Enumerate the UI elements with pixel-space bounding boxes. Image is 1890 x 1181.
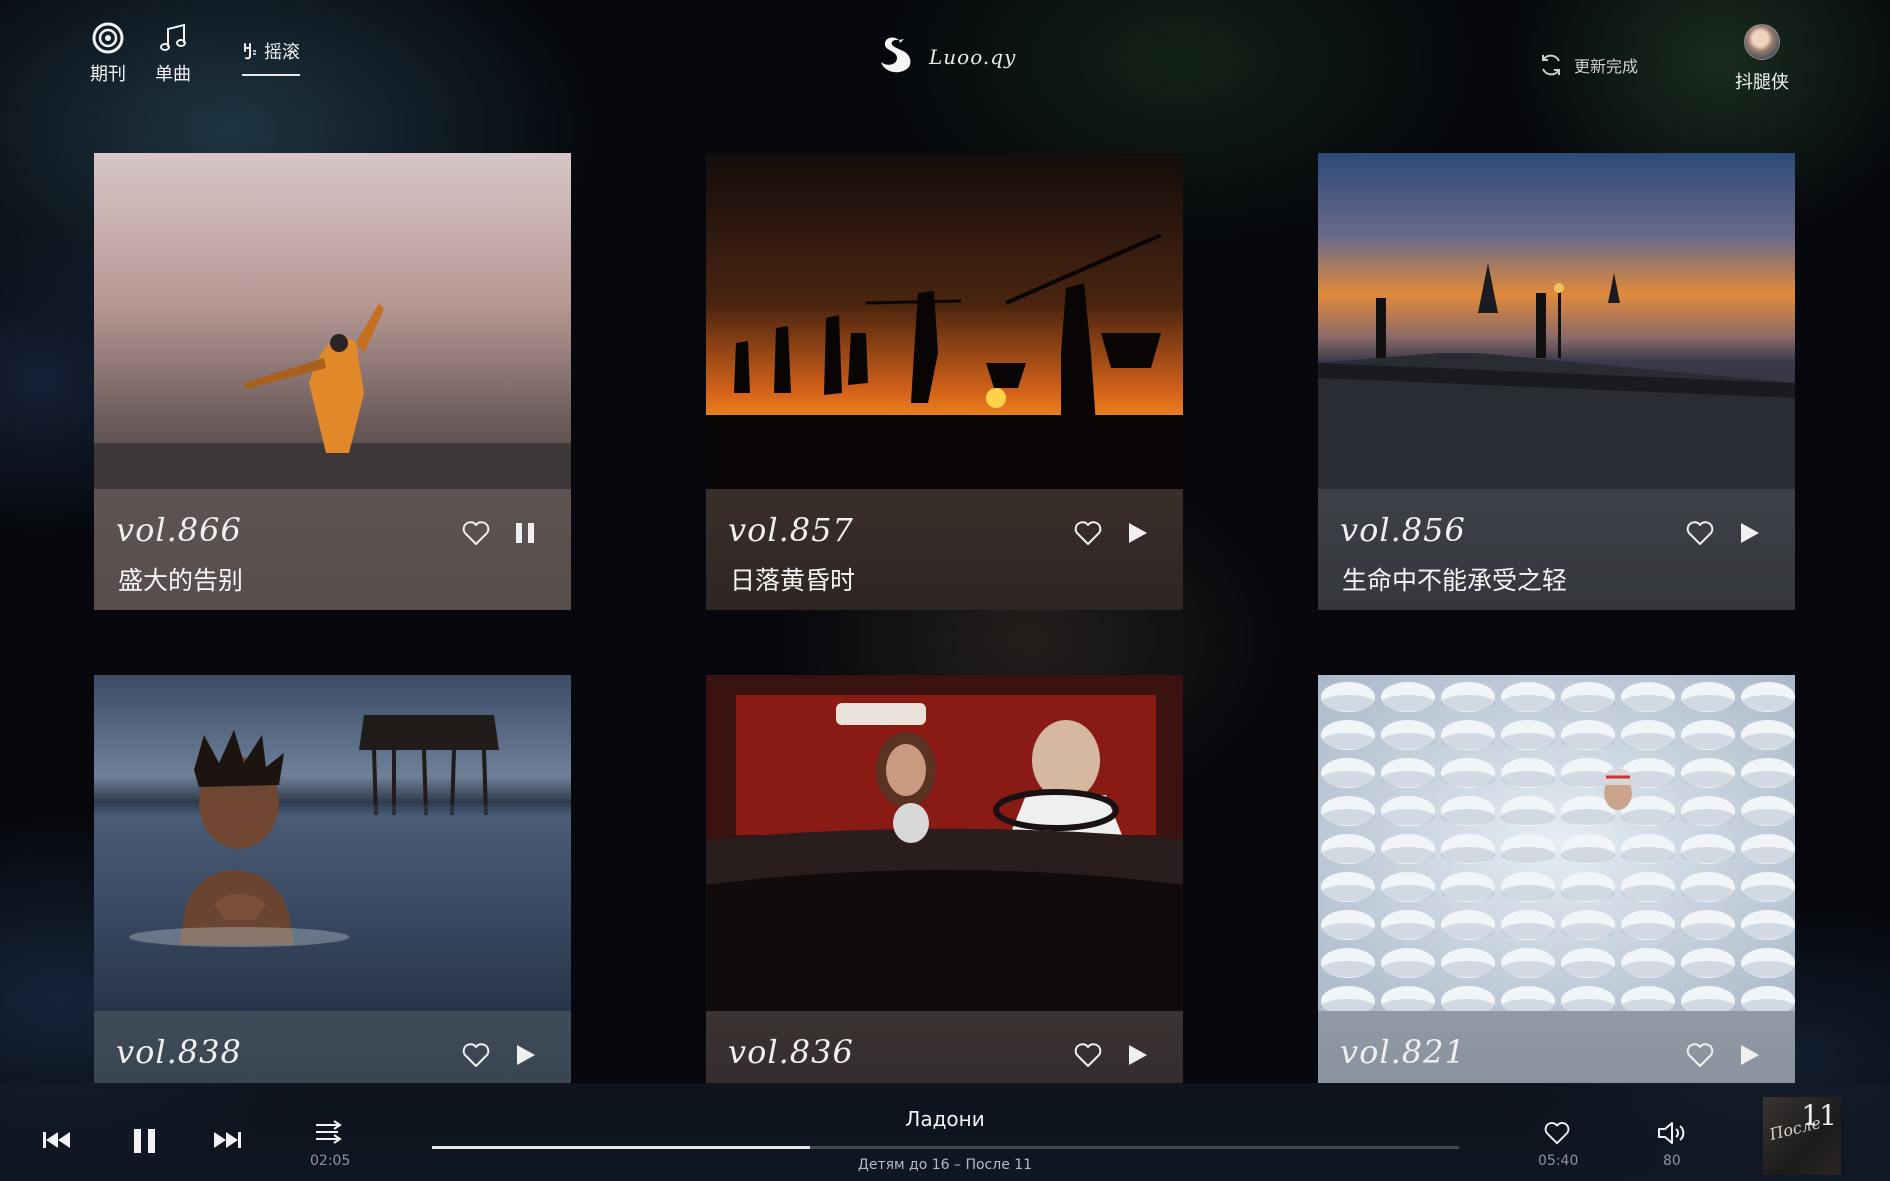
rock-hand-icon — [244, 43, 256, 60]
card-info: vol.836 — [706, 1011, 1183, 1083]
heart-icon[interactable] — [461, 519, 491, 547]
progress-fill — [432, 1146, 810, 1149]
play-icon[interactable] — [1735, 519, 1763, 547]
issue-number: vol.856 — [1340, 511, 1466, 549]
play-icon[interactable] — [1123, 1041, 1151, 1069]
next-icon[interactable] — [212, 1131, 242, 1149]
track-title: Ладони — [905, 1107, 985, 1131]
issue-title: 盛大的告别 — [118, 566, 244, 595]
card-info: vol.821 — [1318, 1011, 1795, 1083]
card-info: vol.838 — [94, 1011, 571, 1083]
heart-icon[interactable] — [1073, 519, 1103, 547]
cover-image-sunset-porters — [706, 153, 1183, 489]
issue-number: vol.836 — [728, 1033, 854, 1071]
pause-icon[interactable] — [132, 1127, 158, 1155]
track-artist: Детям до 16 – После 11 — [857, 1157, 1033, 1173]
refresh-icon — [1542, 54, 1560, 76]
play-icon[interactable] — [1735, 1041, 1763, 1069]
nav-item-singles[interactable]: 单曲 — [155, 22, 191, 86]
issue-card-856[interactable]: vol.856 生命中不能承受之轻 — [1318, 153, 1795, 610]
volume-icon[interactable] — [1657, 1120, 1687, 1146]
cover-number: 11 — [1801, 1099, 1837, 1132]
issue-card-838[interactable]: vol.838 — [94, 675, 571, 1083]
cover-image-car-scene — [706, 675, 1183, 1011]
previous-icon[interactable] — [42, 1131, 72, 1149]
heart-icon[interactable] — [1685, 519, 1715, 547]
play-icon[interactable] — [511, 1041, 539, 1069]
cover-image-white-crowd — [1318, 675, 1795, 1011]
nav-item-singles-label: 单曲 — [155, 64, 191, 85]
avatar[interactable] — [1744, 24, 1780, 60]
card-info: vol.857 日落黄昏时 — [706, 489, 1183, 610]
issue-number: vol.821 — [1340, 1033, 1466, 1071]
now-playing-cover[interactable]: После 11 — [1763, 1097, 1841, 1175]
issue-number: vol.838 — [116, 1033, 242, 1071]
cover-image-boy-water — [94, 675, 571, 1011]
tab-rock-label: 摇滚 — [264, 42, 300, 63]
pause-icon[interactable] — [511, 519, 539, 547]
issue-card-857[interactable]: vol.857 日落黄昏时 — [706, 153, 1183, 610]
user-profile[interactable]: 抖腿侠 — [1735, 24, 1789, 94]
issue-title: 日落黄昏时 — [730, 566, 856, 595]
heart-icon[interactable] — [1543, 1120, 1571, 1146]
issue-card-866[interactable]: vol.866 盛大的告别 — [94, 153, 571, 610]
app-window: 期刊 单曲 摇滚 Luoo.qy 更新完成 抖腿侠 vol.866 盛大的告别 … — [0, 0, 1890, 1181]
brand-name: Luoo.qy — [929, 45, 1017, 69]
refresh-status: 更新完成 — [1574, 57, 1639, 76]
issue-number: vol.866 — [116, 511, 242, 549]
heart-icon[interactable] — [461, 1041, 491, 1069]
card-info: vol.856 生命中不能承受之轻 — [1318, 489, 1795, 610]
swan-logo-icon — [881, 37, 911, 73]
heart-icon[interactable] — [1073, 1041, 1103, 1069]
issue-number: vol.857 — [728, 511, 854, 549]
disc-icon — [92, 22, 124, 54]
tab-rock[interactable]: 摇滚 — [242, 38, 300, 76]
refresh-button[interactable]: 更新完成 — [1538, 52, 1638, 78]
player-bar: 02:05 Ладони Детям до 16 – После 11 05:4… — [0, 1083, 1890, 1181]
cover-image-bridge-dusk — [1318, 153, 1795, 489]
user-name: 抖腿侠 — [1735, 72, 1789, 93]
issue-title: 生命中不能承受之轻 — [1342, 566, 1568, 595]
issue-card-836[interactable]: vol.836 — [706, 675, 1183, 1083]
nav-item-issues[interactable]: 期刊 — [90, 22, 126, 86]
progress-bar[interactable] — [432, 1146, 1459, 1149]
brand-logo: Luoo.qy — [875, 34, 1016, 80]
card-info: vol.866 盛大的告别 — [94, 489, 571, 610]
cover-image-dancer — [94, 153, 571, 489]
total-duration: 05:40 — [1538, 1153, 1579, 1169]
volume-level: 80 — [1663, 1153, 1681, 1169]
nav-item-issues-label: 期刊 — [90, 64, 126, 85]
issue-card-821[interactable]: vol.821 — [1318, 675, 1795, 1083]
heart-icon[interactable] — [1685, 1041, 1715, 1069]
play-icon[interactable] — [1123, 519, 1151, 547]
music-note-icon — [160, 23, 186, 51]
